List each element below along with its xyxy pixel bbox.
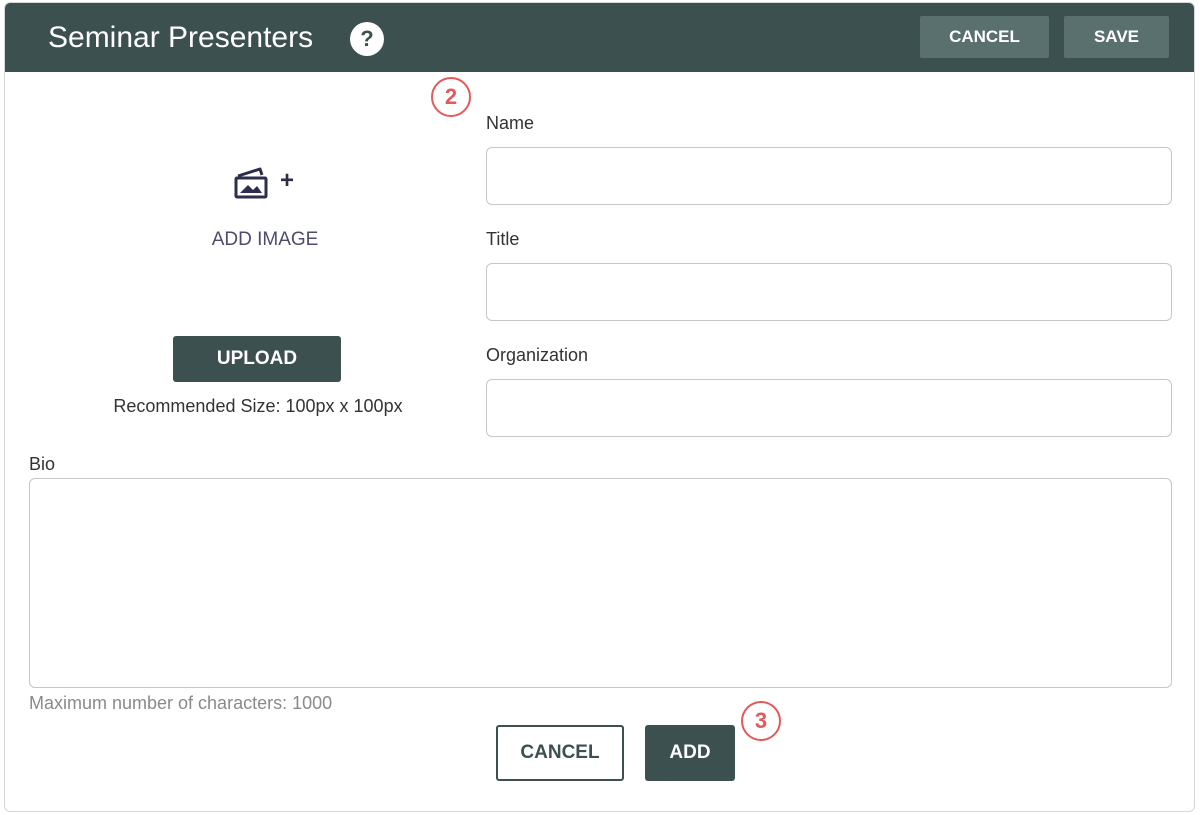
max-characters-hint: Maximum number of characters: 1000 xyxy=(29,693,333,713)
organization-field[interactable] xyxy=(486,379,1172,437)
upload-button[interactable]: UPLOAD xyxy=(173,336,341,382)
page-title: Seminar Presenters xyxy=(48,21,314,54)
header-save-button[interactable]: SAVE xyxy=(1064,16,1169,58)
add-image-link[interactable]: ADD IMAGE xyxy=(185,229,345,251)
name-label: Name xyxy=(486,113,535,133)
add-button[interactable]: ADD xyxy=(645,725,735,781)
recommended-size-hint: Recommended Size: 100px x 100px xyxy=(113,396,403,416)
dialog-header: Seminar Presenters ? CANCEL SAVE xyxy=(5,3,1194,72)
seminar-presenters-dialog: Seminar Presenters ? CANCEL SAVE 2 + ADD… xyxy=(4,2,1195,812)
step-3-badge: 3 xyxy=(741,701,781,741)
title-field[interactable] xyxy=(486,263,1172,321)
header-cancel-button[interactable]: CANCEL xyxy=(920,16,1049,58)
bio-label: Bio xyxy=(29,454,56,474)
help-icon[interactable]: ? xyxy=(350,22,384,56)
step-2-badge: 2 xyxy=(431,77,471,117)
plus-icon: + xyxy=(280,167,295,194)
title-label: Title xyxy=(486,229,520,249)
bio-textarea[interactable] xyxy=(29,478,1172,688)
cancel-button[interactable]: CANCEL xyxy=(496,725,624,781)
name-field[interactable] xyxy=(486,147,1172,205)
organization-label: Organization xyxy=(486,345,589,365)
image-add-icon[interactable] xyxy=(232,166,274,200)
